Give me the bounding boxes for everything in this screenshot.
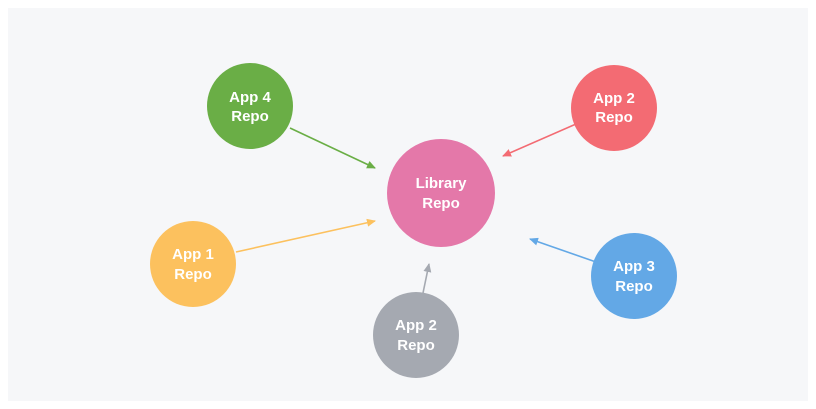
arrow-app2-top-to-library bbox=[502, 123, 577, 157]
app1-repo-label-line2: Repo bbox=[174, 266, 212, 283]
arrow-app1-to-library bbox=[235, 218, 376, 253]
app3-repo-label-line1: App 3 bbox=[613, 258, 655, 275]
arrow-app3-to-library bbox=[529, 237, 597, 263]
app2-bottom-repo-label-line2: Repo bbox=[397, 337, 435, 354]
app2-bottom-repo-circle bbox=[373, 292, 459, 378]
arrow-app2-bottom-to-library bbox=[422, 263, 432, 294]
arrow-app4-to-library bbox=[289, 127, 376, 169]
library-repo-circle bbox=[387, 139, 495, 247]
app1-repo-node: App 1 Repo bbox=[150, 221, 236, 307]
dependency-diagram: Library Repo App 4 Repo App 2 Repo App 1… bbox=[150, 63, 677, 378]
app3-repo-label-line2: Repo bbox=[615, 278, 653, 295]
library-repo-node: Library Repo bbox=[387, 139, 495, 247]
app4-repo-node: App 4 Repo bbox=[207, 63, 293, 149]
app4-repo-circle bbox=[207, 63, 293, 149]
library-repo-label-line2: Repo bbox=[422, 195, 460, 212]
app4-repo-label-line2: Repo bbox=[231, 108, 269, 125]
app1-repo-circle bbox=[150, 221, 236, 307]
app3-repo-node: App 3 Repo bbox=[591, 233, 677, 319]
app2-top-repo-node: App 2 Repo bbox=[571, 65, 657, 151]
app2-top-repo-label-line1: App 2 bbox=[593, 90, 635, 107]
app2-bottom-repo-label-line1: App 2 bbox=[395, 317, 437, 334]
app2-top-repo-circle bbox=[571, 65, 657, 151]
app3-repo-circle bbox=[591, 233, 677, 319]
app2-bottom-repo-node: App 2 Repo bbox=[373, 292, 459, 378]
app2-top-repo-label-line2: Repo bbox=[595, 109, 633, 126]
app4-repo-label-line1: App 4 bbox=[229, 89, 271, 106]
app1-repo-label-line1: App 1 bbox=[172, 246, 214, 263]
library-repo-label-line1: Library bbox=[416, 175, 468, 192]
